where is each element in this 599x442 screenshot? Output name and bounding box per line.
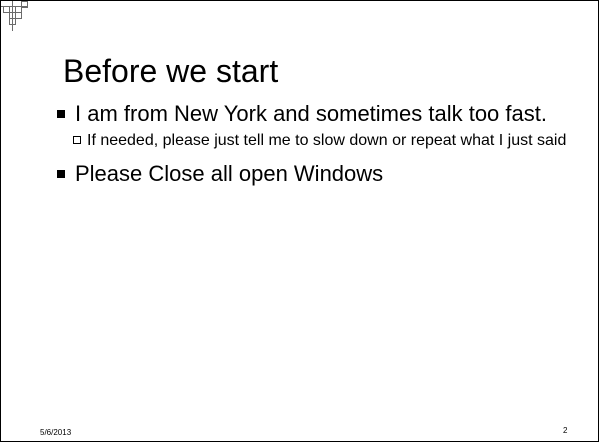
filled-square-bullet-icon — [57, 110, 65, 118]
hollow-square-bullet-icon — [73, 136, 81, 144]
sub-bullet-item: If needed, please just tell me to slow d… — [51, 131, 591, 151]
filled-square-bullet-icon — [57, 170, 65, 178]
bullet-text: Please Close all open Windows — [75, 161, 384, 186]
footer-date: 5/6/2013 — [40, 428, 72, 437]
bullet-list: I am from New York and sometimes talk to… — [51, 101, 591, 191]
grid-squares-logo-icon — [1, 1, 28, 31]
slide-title: Before we start — [63, 53, 279, 89]
footer-page-number: 2 — [563, 426, 568, 435]
bullet-item: I am from New York and sometimes talk to… — [51, 101, 591, 127]
bullet-item: Please Close all open Windows — [51, 161, 591, 187]
sub-bullet-text: If needed, please just tell me to slow d… — [87, 132, 567, 149]
bullet-text: I am from New York and sometimes talk to… — [75, 101, 547, 126]
slide: Before we start I am from New York and s… — [0, 0, 599, 442]
